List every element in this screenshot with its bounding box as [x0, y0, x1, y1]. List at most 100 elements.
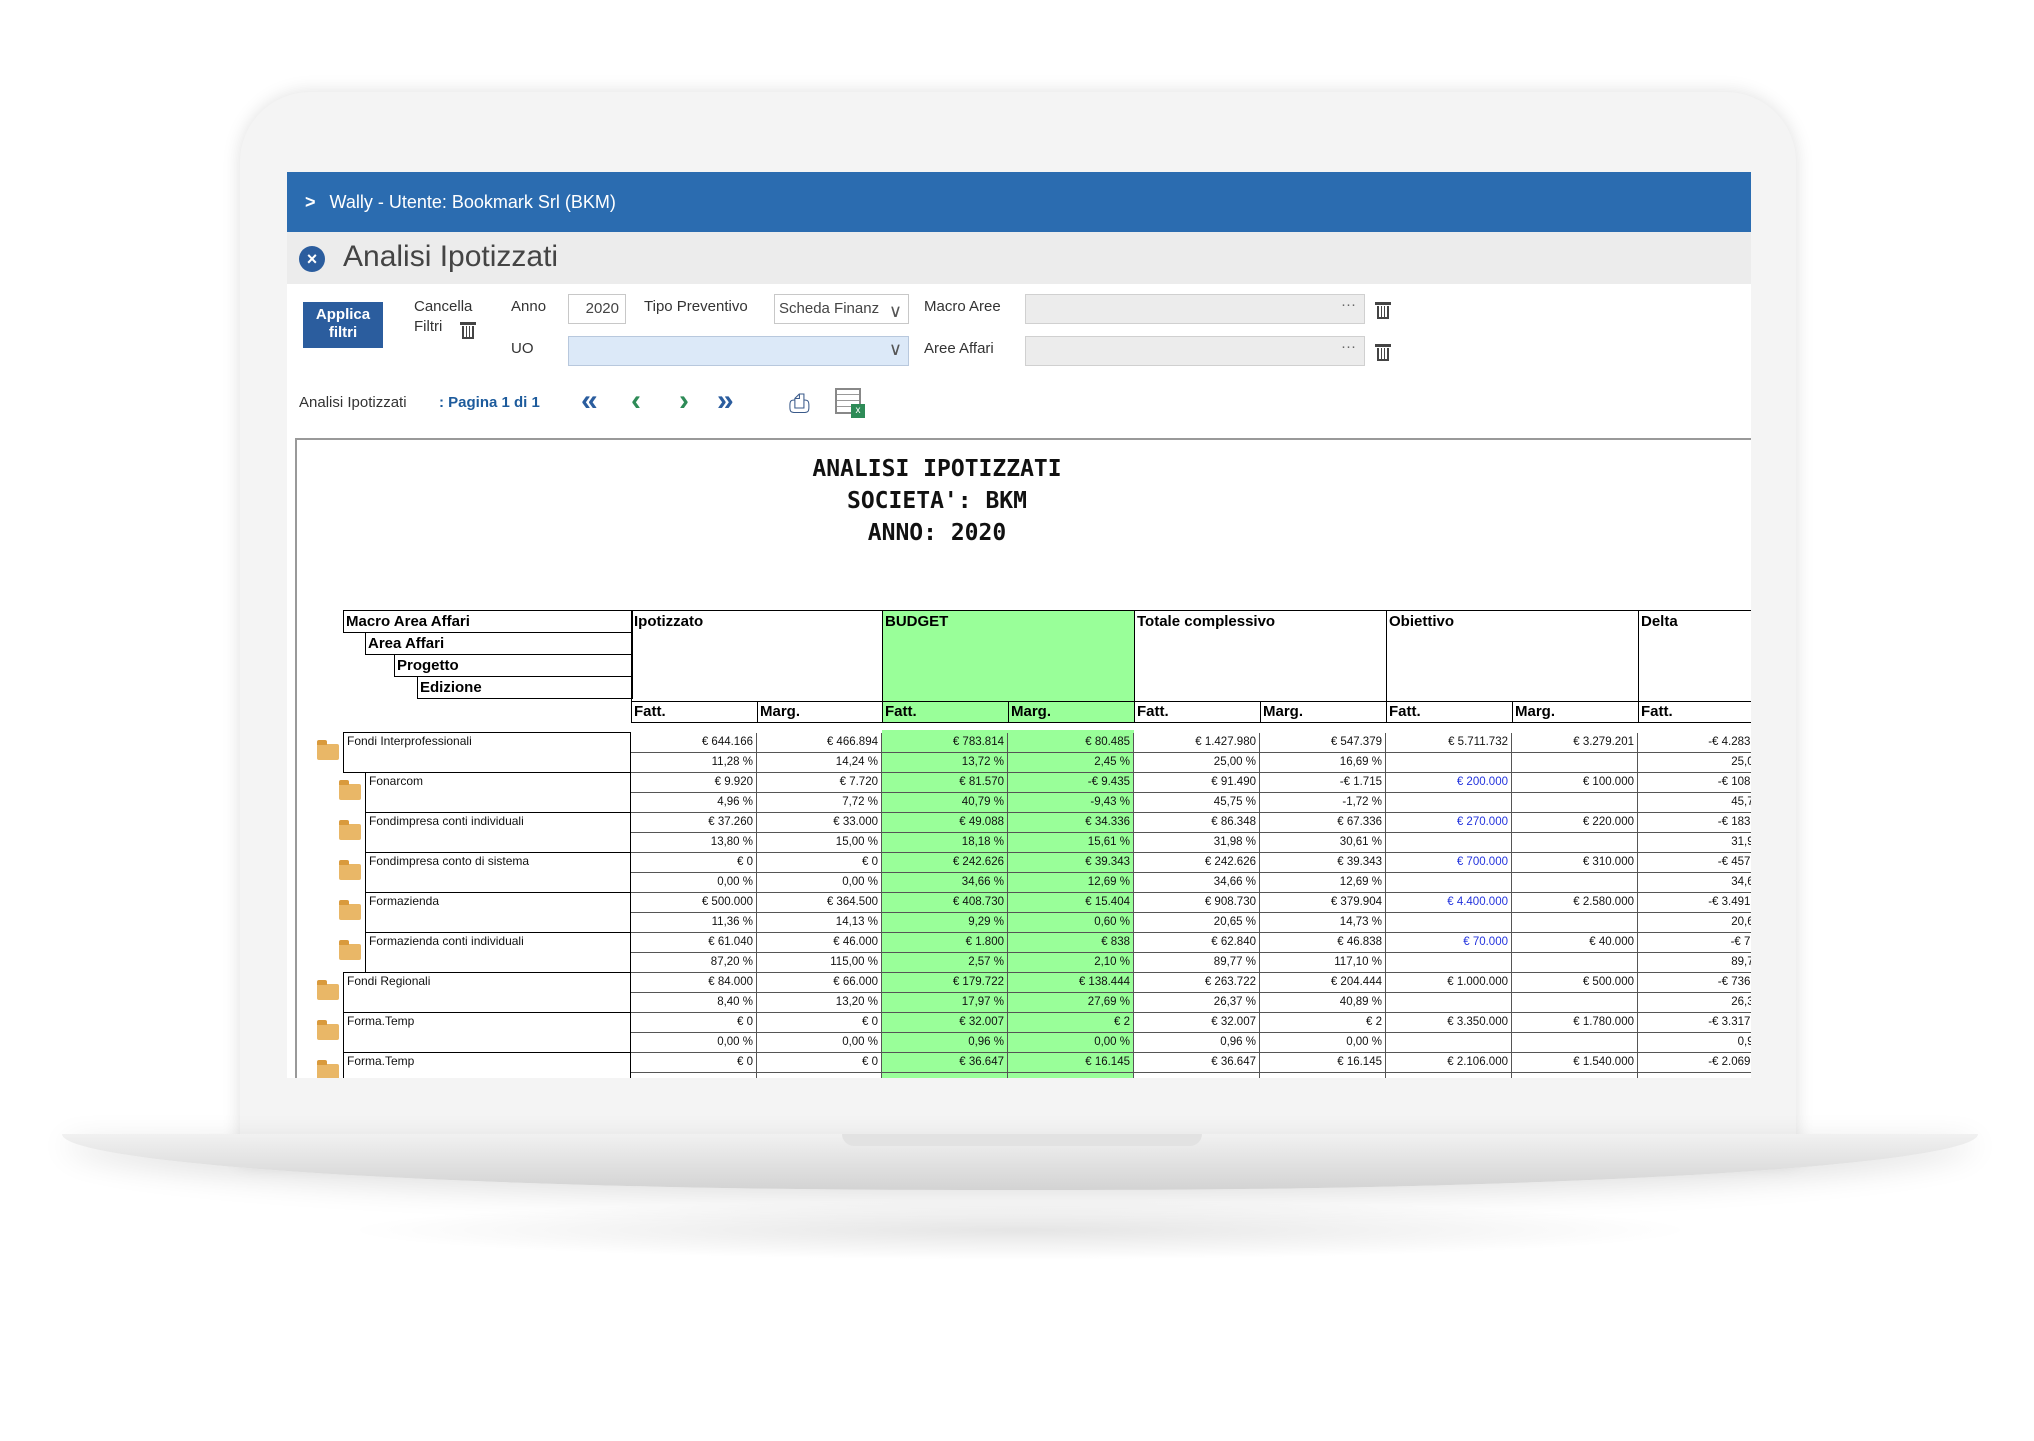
table-cell: 9,29 %	[882, 913, 1008, 933]
print-icon[interactable]: ⎙	[789, 388, 810, 420]
table-cell: 0,96	[1638, 1033, 1751, 1053]
aree-affari-lookup[interactable]: ···	[1025, 336, 1365, 366]
table-cell	[1008, 1073, 1134, 1078]
table-cell: -€ 3.491.2	[1638, 893, 1751, 913]
table-cell	[1638, 1073, 1751, 1078]
table-cell: € 40.000	[1512, 933, 1638, 953]
table-cell	[882, 1073, 1008, 1078]
table-cell: € 0	[757, 1013, 882, 1033]
table-cell: 31,98	[1638, 833, 1751, 853]
folder-icon	[317, 740, 339, 760]
subcolumn-header: Fatt.	[1638, 701, 1751, 723]
table-cell	[1386, 753, 1512, 773]
table-cell: € 0	[757, 1053, 882, 1073]
table-cell: € 70.000	[1386, 933, 1512, 953]
trash-icon[interactable]	[459, 320, 477, 340]
table-cell: -€ 7.1	[1638, 933, 1751, 953]
table-cell: 12,69 %	[1008, 873, 1134, 893]
column-group-header: BUDGET	[882, 610, 1135, 702]
table-cell: € 100.000	[1512, 773, 1638, 793]
table-cell: € 84.000	[631, 973, 757, 993]
folder-icon	[339, 780, 361, 800]
table-cell: € 0	[631, 1013, 757, 1033]
table-cell: € 0	[757, 853, 882, 873]
last-page-icon[interactable]: »	[717, 386, 734, 416]
uo-label: UO	[511, 340, 534, 357]
table-cell: 17,97 %	[882, 993, 1008, 1013]
table-cell: € 16.145	[1008, 1053, 1134, 1073]
table-cell: € 81.570	[882, 773, 1008, 793]
export-excel-icon[interactable]: x	[835, 388, 865, 418]
table-cell: -€ 4.283.7	[1638, 733, 1751, 753]
table-cell	[631, 1073, 757, 1078]
table-cell	[1512, 913, 1638, 933]
table-cell: € 263.722	[1134, 973, 1260, 993]
table-cell: € 138.444	[1008, 973, 1134, 993]
apply-filters-button[interactable]: Applica filtri	[303, 302, 383, 348]
first-page-icon[interactable]: «	[581, 386, 598, 416]
table-cell: € 310.000	[1512, 853, 1638, 873]
lookup-dots-icon[interactable]: ···	[1341, 338, 1356, 355]
table-cell: 27,69 %	[1008, 993, 1134, 1013]
table-cell: -9,43 %	[1008, 793, 1134, 813]
uo-select[interactable]	[568, 336, 909, 366]
table-cell: € 39.343	[1008, 853, 1134, 873]
table-cell: -€ 3.317.9	[1638, 1013, 1751, 1033]
table-cell: 4,96 %	[631, 793, 757, 813]
table-cell	[1386, 1033, 1512, 1053]
next-page-icon[interactable]: ›	[679, 386, 689, 416]
aree-affari-label: Aree Affari	[924, 340, 994, 357]
table-cell: 89,77	[1638, 953, 1751, 973]
table-cell: 25,00 %	[1134, 753, 1260, 773]
table-cell: 25,00	[1638, 753, 1751, 773]
table-cell: -€ 1.715	[1260, 773, 1386, 793]
table-cell: 26,37	[1638, 993, 1751, 1013]
table-cell: 0,96 %	[882, 1033, 1008, 1053]
clear-filters-label-1[interactable]: Cancella	[414, 298, 472, 315]
table-cell	[1512, 753, 1638, 773]
table-cell: 15,00 %	[757, 833, 882, 853]
lookup-dots-icon[interactable]: ···	[1341, 296, 1356, 313]
row-label: Fondimpresa conto di sistema	[369, 854, 530, 868]
table-cell: 0,00 %	[631, 873, 757, 893]
table-cell: € 1.780.000	[1512, 1013, 1638, 1033]
row-label: Fondi Interprofessionali	[347, 734, 472, 748]
page-info: : Pagina 1 di 1	[439, 394, 540, 411]
tipo-preventivo-select[interactable]: Scheda Finanz	[774, 294, 909, 325]
close-icon[interactable]: ×	[299, 246, 325, 272]
table-cell: € 61.040	[631, 933, 757, 953]
table-cell: 20,65 %	[1134, 913, 1260, 933]
table-cell: € 16.145	[1260, 1053, 1386, 1073]
table-cell: 115,00 %	[757, 953, 882, 973]
anno-input[interactable]: 2020	[568, 294, 626, 324]
chevron-right-icon[interactable]: >	[305, 192, 316, 212]
column-group-header: Obiettivo	[1386, 610, 1639, 702]
clear-filters-label-2[interactable]: Filtri	[414, 318, 442, 335]
table-cell: 14,73 %	[1260, 913, 1386, 933]
prev-page-icon[interactable]: ‹	[631, 386, 641, 416]
trash-icon[interactable]	[1374, 300, 1392, 320]
page-title: Analisi Ipotizzati	[343, 240, 559, 273]
row-label: Fondimpresa conti individuali	[369, 814, 524, 828]
table-cell: 18,18 %	[882, 833, 1008, 853]
row-label: Formazienda	[369, 894, 440, 908]
table-cell: € 32.007	[1134, 1013, 1260, 1033]
trash-icon[interactable]	[1374, 342, 1392, 362]
table-cell: 8,40 %	[631, 993, 757, 1013]
hierarchy-header: Edizione	[417, 676, 633, 699]
table-cell: € 220.000	[1512, 813, 1638, 833]
table-cell	[1386, 913, 1512, 933]
table-cell: € 408.730	[882, 893, 1008, 913]
table-cell: -€ 736.2	[1638, 973, 1751, 993]
column-group-header: Ipotizzato	[631, 610, 883, 702]
table-cell: € 204.444	[1260, 973, 1386, 993]
subcolumn-header: Fatt.	[631, 701, 758, 723]
table-cell: € 500.000	[1512, 973, 1638, 993]
table-cell	[1386, 993, 1512, 1013]
macro-aree-lookup[interactable]: ···	[1025, 294, 1365, 324]
table-cell	[757, 1073, 882, 1078]
table-cell: 0,00 %	[631, 1033, 757, 1053]
folder-icon	[317, 1060, 339, 1078]
report-viewer: ANALISI IPOTIZZATI SOCIETA': BKM ANNO: 2…	[295, 438, 1751, 1078]
table-cell: € 91.490	[1134, 773, 1260, 793]
